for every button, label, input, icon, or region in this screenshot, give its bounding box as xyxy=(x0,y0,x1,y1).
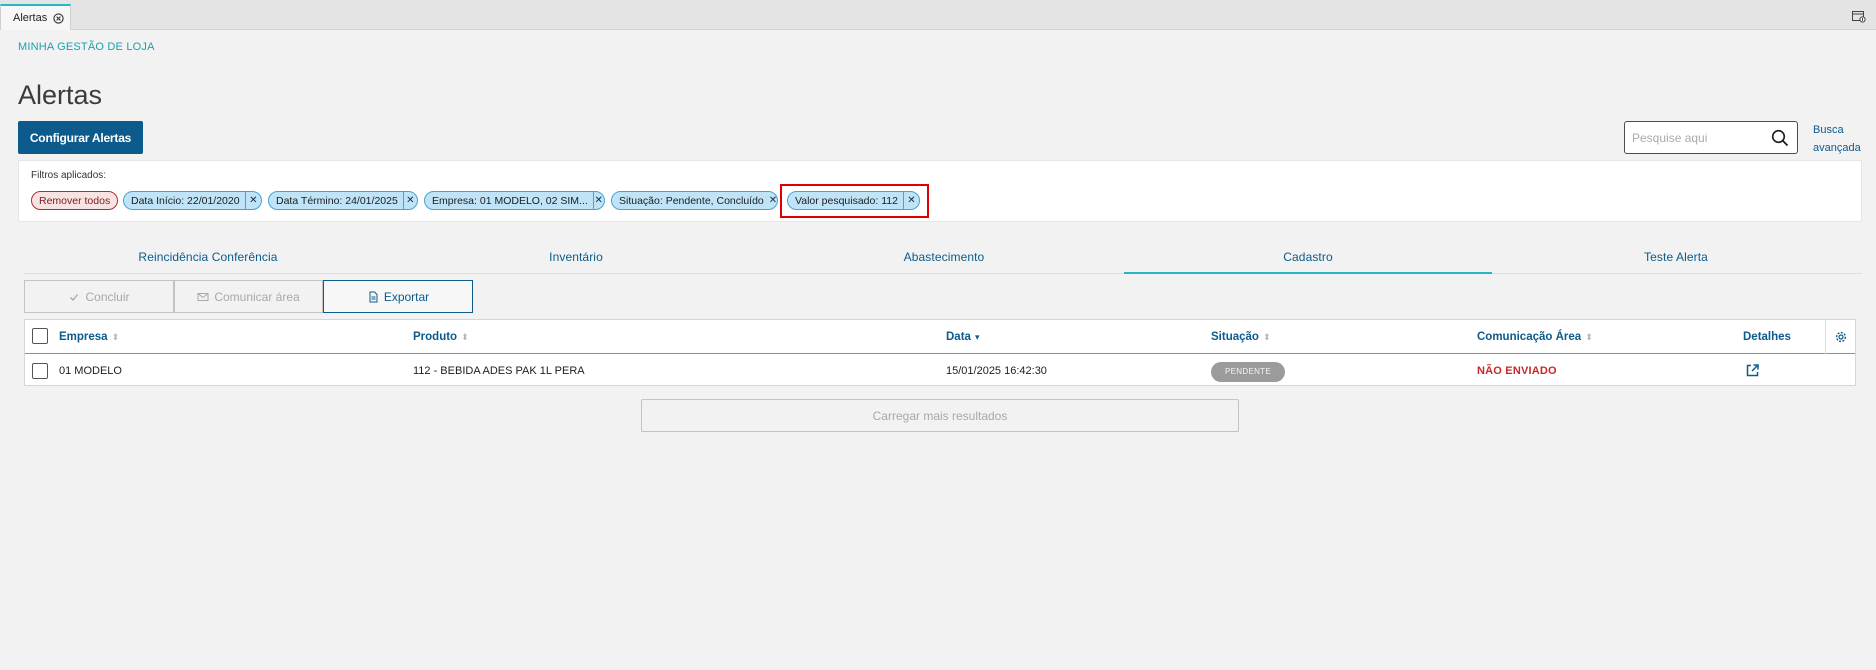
window-tab-bar: Alertas xyxy=(0,0,1876,30)
export-button[interactable]: Exportar xyxy=(323,280,473,313)
tab-reincidencia-conferencia[interactable]: Reincidência Conferência xyxy=(24,244,392,274)
filter-chip-data-inicio: Data Início: 22/01/2020 ✕ xyxy=(123,191,262,210)
sort-icon: ⬍ xyxy=(1262,332,1271,342)
filters-label: Filtros aplicados: xyxy=(31,170,107,181)
communicate-area-label: Comunicar área xyxy=(214,289,300,304)
close-circle-icon[interactable] xyxy=(53,12,64,24)
table-row[interactable]: 01 MODELO 112 - BEBIDA ADES PAK 1L PERA … xyxy=(25,355,1855,387)
column-header-empresa[interactable]: Empresa ⬍ xyxy=(59,320,119,354)
filter-chip-empresa: Empresa: 01 MODELO, 02 SIM... ✕ xyxy=(424,191,605,210)
close-icon[interactable]: ✕ xyxy=(593,195,604,206)
tab-alertas[interactable]: Alertas xyxy=(0,4,71,30)
tab-abastecimento[interactable]: Abastecimento xyxy=(760,244,1128,274)
highlight-box xyxy=(780,184,929,218)
table-header: Empresa ⬍ Produto ⬍ Data ▾ Situação ⬍ Comuni… xyxy=(25,320,1855,354)
tab-teste-alerta[interactable]: Teste Alerta xyxy=(1492,244,1860,274)
filter-chip-label: Data Término: 24/01/2025 xyxy=(276,194,398,207)
tab-cadastro[interactable]: Cadastro xyxy=(1124,244,1492,274)
filter-chip-label: Situação: Pendente, Concluído xyxy=(619,194,764,207)
filter-chip-data-termino: Data Término: 24/01/2025 ✕ xyxy=(268,191,418,210)
gear-icon xyxy=(1835,331,1847,343)
sort-desc-icon: ▾ xyxy=(974,332,980,342)
envelope-icon xyxy=(197,291,209,303)
export-label: Exportar xyxy=(383,289,430,304)
communicate-area-button[interactable]: Comunicar área xyxy=(174,280,323,313)
magnifier-icon[interactable] xyxy=(1771,129,1789,147)
status-badge: PENDENTE xyxy=(1211,362,1285,382)
close-icon[interactable]: ✕ xyxy=(769,195,777,206)
column-settings[interactable] xyxy=(1825,320,1855,354)
filter-chip-label: Data Início: 22/01/2020 xyxy=(131,194,240,207)
window-options-icon[interactable] xyxy=(1852,11,1866,23)
cell-data: 15/01/2025 16:42:30 xyxy=(946,365,1047,377)
column-header-detalhes: Detalhes xyxy=(1743,331,1791,343)
select-all-checkbox[interactable] xyxy=(32,328,48,344)
close-icon[interactable]: ✕ xyxy=(246,195,261,206)
alert-tabs: Reincidência Conferência Inventário Abas… xyxy=(24,244,1862,274)
search-box xyxy=(1624,121,1798,154)
column-header-situacao[interactable]: Situação ⬍ xyxy=(1211,320,1270,354)
column-header-comunicacao-area[interactable]: Comunicação Área ⬍ xyxy=(1477,320,1593,354)
column-header-data[interactable]: Data ▾ xyxy=(946,320,979,354)
close-icon[interactable]: ✕ xyxy=(404,195,417,206)
load-more-button[interactable]: Carregar mais resultados xyxy=(641,399,1239,432)
advanced-search-link[interactable]: Busca avançada xyxy=(1813,121,1869,157)
sort-icon: ⬍ xyxy=(1585,332,1593,342)
remove-all-filters-chip[interactable]: Remover todos xyxy=(31,191,119,210)
tab-alertas-label: Alertas xyxy=(13,12,48,24)
conclude-label: Concluir xyxy=(85,289,130,304)
external-link-icon[interactable] xyxy=(1745,363,1760,378)
applied-filters-panel: Filtros aplicados: Remover todos Data In… xyxy=(18,160,1862,222)
configure-alerts-button[interactable]: Configurar Alertas xyxy=(18,121,143,154)
document-icon xyxy=(367,291,379,303)
column-header-produto[interactable]: Produto ⬍ xyxy=(413,320,469,354)
search-input[interactable] xyxy=(1625,122,1765,153)
row-checkbox[interactable] xyxy=(32,363,48,379)
check-icon xyxy=(68,291,80,303)
breadcrumb[interactable]: MINHA GESTÃO DE LOJA xyxy=(18,41,155,53)
alerts-table: Empresa ⬍ Produto ⬍ Data ▾ Situação ⬍ Comuni… xyxy=(24,319,1856,386)
cell-empresa: 01 MODELO xyxy=(59,365,122,377)
cell-produto: 112 - BEBIDA ADES PAK 1L PERA xyxy=(413,365,585,377)
conclude-button[interactable]: Concluir xyxy=(24,280,174,313)
sort-icon: ⬍ xyxy=(111,332,120,342)
filter-chip-situacao: Situação: Pendente, Concluído ✕ xyxy=(611,191,778,210)
sort-icon: ⬍ xyxy=(461,332,469,342)
page-title: Alertas xyxy=(18,80,103,110)
tab-inventario[interactable]: Inventário xyxy=(392,244,760,274)
filter-chip-label: Empresa: 01 MODELO, 02 SIM... xyxy=(432,194,588,207)
cell-comunicacao: NÃO ENVIADO xyxy=(1477,365,1557,377)
